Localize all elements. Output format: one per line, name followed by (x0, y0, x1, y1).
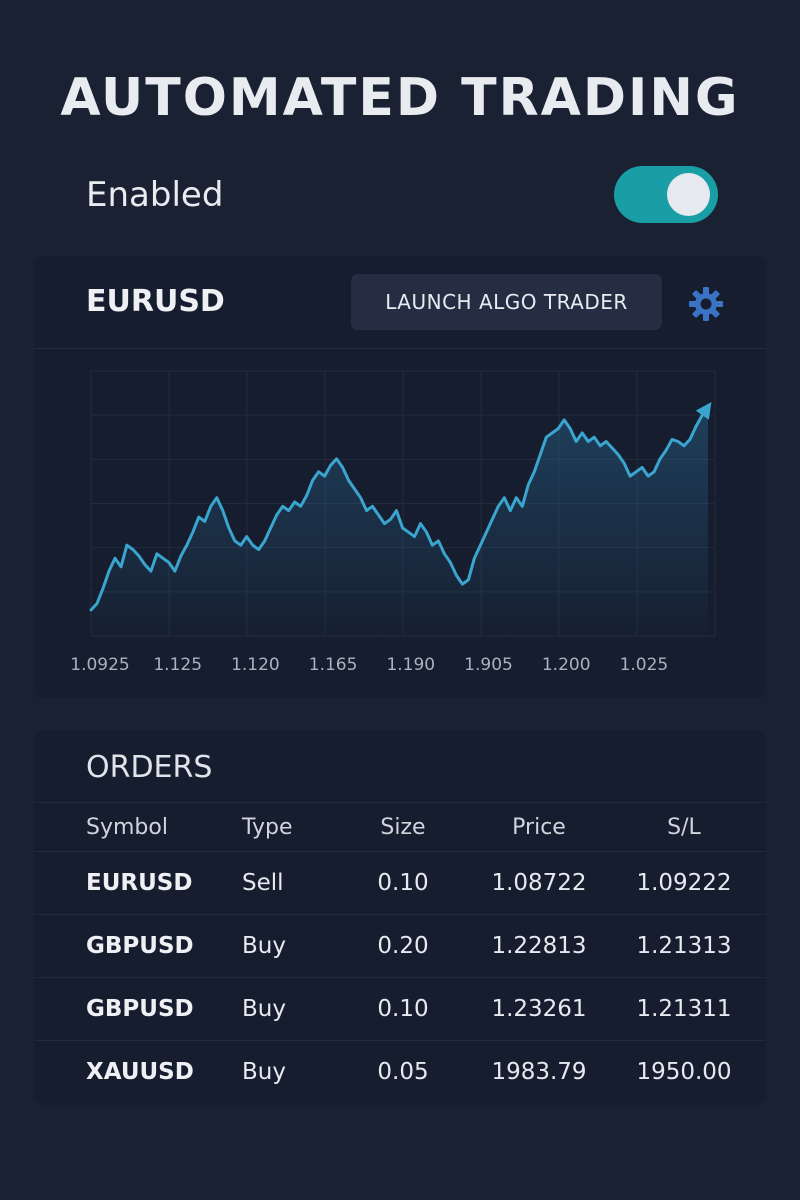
order-type: Buy (242, 996, 286, 1022)
x-tick-label: 1.025 (620, 655, 669, 675)
order-sl: 1.21313 (636, 933, 732, 959)
order-price: 1983.79 (491, 1059, 587, 1086)
orders-card: ORDERS Symbol Type Size Price S/L EURUSD… (34, 730, 766, 1105)
x-tick-label: 1.165 (309, 655, 358, 675)
order-sl: 1.09222 (636, 870, 732, 896)
x-tick-label: 1.200 (542, 655, 591, 675)
x-tick-label: 1.125 (153, 655, 202, 675)
column-header-sl: S/L (667, 814, 701, 840)
orders-title: ORDERS (86, 750, 213, 785)
order-symbol: XAUUSD (86, 1059, 194, 1086)
column-header-size: Size (380, 814, 426, 840)
order-type: Buy (242, 933, 286, 959)
chart-card: EURUSD LAUNCH ALGO TRADER 1.0925 1.125 1.1… (34, 256, 766, 698)
orders-table: Symbol Type Size Price S/L EURUSD Sell 0… (34, 802, 766, 1104)
x-tick-label: 1.0925 (70, 655, 129, 675)
order-symbol: EURUSD (86, 870, 193, 896)
order-size: 0.05 (377, 1059, 429, 1086)
order-sl: 1.21311 (636, 996, 732, 1022)
column-header-price: Price (512, 814, 566, 840)
order-size: 0.10 (377, 870, 429, 896)
order-symbol: GBPUSD (86, 996, 194, 1022)
order-sl: 1950.00 (636, 1059, 732, 1086)
trading-status-label: Enabled (86, 175, 224, 215)
order-size: 0.10 (377, 996, 429, 1022)
column-header-symbol: Symbol (86, 814, 168, 840)
order-price: 1.08722 (491, 870, 587, 896)
orders-header-row: Symbol Type Size Price S/L (34, 802, 766, 852)
order-symbol: GBPUSD (86, 933, 194, 959)
table-row[interactable]: EURUSD Sell 0.10 1.08722 1.09222 (34, 851, 766, 915)
order-size: 0.20 (377, 933, 429, 959)
x-tick-label: 1.905 (464, 655, 513, 675)
toggle-knob (667, 173, 710, 216)
order-type: Sell (242, 870, 284, 896)
price-chart: 1.0925 1.125 1.120 1.165 1.190 1.905 1.200 1.02… (70, 370, 716, 675)
column-header-type: Type (242, 814, 293, 840)
table-row[interactable]: XAUUSD Buy 0.05 1983.79 1950.00 (34, 1040, 766, 1104)
order-type: Buy (242, 1059, 286, 1086)
order-price: 1.22813 (491, 933, 587, 959)
x-tick-label: 1.120 (231, 655, 280, 675)
order-price: 1.23261 (491, 996, 587, 1022)
page-title: AUTOMATED TRADING (60, 68, 740, 128)
automated-trading-toggle[interactable] (614, 166, 718, 223)
table-row[interactable]: GBPUSD Buy 0.20 1.22813 1.21313 (34, 914, 766, 978)
table-row[interactable]: GBPUSD Buy 0.10 1.23261 1.21311 (34, 977, 766, 1041)
x-tick-label: 1.190 (386, 655, 435, 675)
